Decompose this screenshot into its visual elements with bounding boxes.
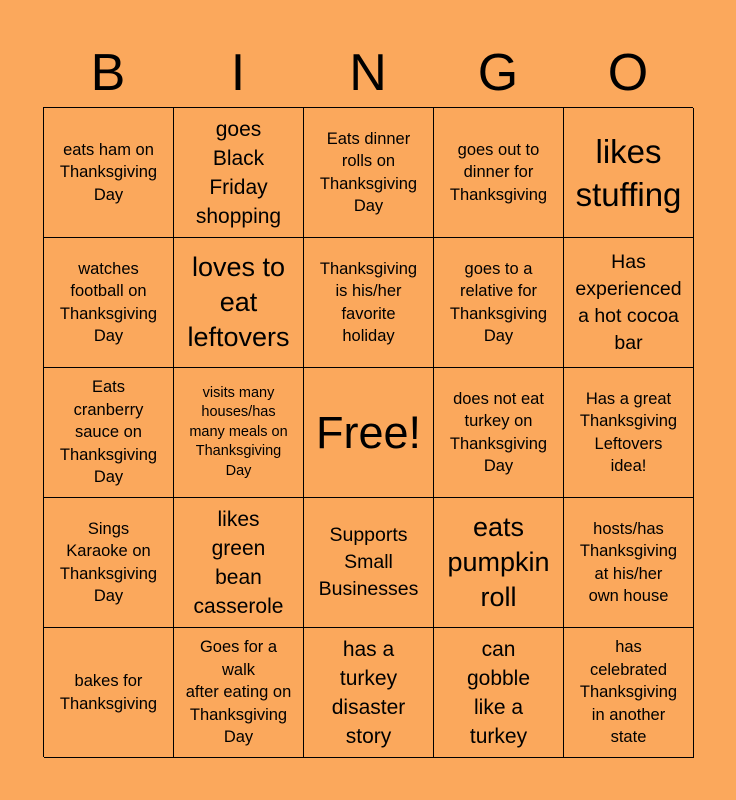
header-letter-i: I — [230, 44, 246, 102]
header-letter-b: B — [90, 44, 126, 102]
bingo-cell[interactable]: eats pumpkin roll — [434, 498, 564, 628]
bingo-cell[interactable]: Eats cranberry sauce on Thanksgiving Day — [44, 368, 174, 498]
bingo-cell[interactable]: eats ham on Thanksgiving Day — [44, 108, 174, 238]
bingo-header: B I N G O — [43, 40, 693, 107]
bingo-cell[interactable]: Has experienced a hot cocoa bar — [564, 238, 694, 368]
header-letter-o: O — [607, 44, 649, 102]
bingo-cell[interactable]: Goes for a walk after eating on Thanksgi… — [174, 628, 304, 758]
bingo-board: eats ham on Thanksgiving Day goes Black … — [43, 107, 694, 758]
bingo-cell[interactable]: Eats dinner rolls on Thanksgiving Day — [304, 108, 434, 238]
bingo-cell[interactable]: can gobble like a turkey — [434, 628, 564, 758]
bingo-cell[interactable]: likes green bean casserole — [174, 498, 304, 628]
bingo-cell[interactable]: goes to a relative for Thanksgiving Day — [434, 238, 564, 368]
bingo-cell[interactable]: Thanksgiving is his/her favorite holiday — [304, 238, 434, 368]
free-space-cell[interactable]: Free! — [304, 368, 434, 498]
bingo-cell[interactable]: bakes for Thanksgiving — [44, 628, 174, 758]
bingo-cell[interactable]: Has a great Thanksgiving Leftovers idea! — [564, 368, 694, 498]
header-letter-g: G — [477, 44, 519, 102]
bingo-cell[interactable]: watches football on Thanksgiving Day — [44, 238, 174, 368]
bingo-cell[interactable]: has a turkey disaster story — [304, 628, 434, 758]
bingo-cell[interactable]: Sings Karaoke on Thanksgiving Day — [44, 498, 174, 628]
bingo-cell[interactable]: visits many houses/has many meals on Tha… — [174, 368, 304, 498]
bingo-cell[interactable]: goes out to dinner for Thanksgiving — [434, 108, 564, 238]
bingo-cell[interactable]: Supports Small Businesses — [304, 498, 434, 628]
bingo-cell[interactable]: has celebrated Thanksgiving in another s… — [564, 628, 694, 758]
bingo-cell[interactable]: hosts/has Thanksgiving at his/her own ho… — [564, 498, 694, 628]
bingo-cell[interactable]: loves to eat leftovers — [174, 238, 304, 368]
header-letter-n: N — [349, 44, 387, 102]
bingo-cell[interactable]: goes Black Friday shopping — [174, 108, 304, 238]
bingo-cell[interactable]: does not eat turkey on Thanksgiving Day — [434, 368, 564, 498]
bingo-cell[interactable]: likes stuffing — [564, 108, 694, 238]
